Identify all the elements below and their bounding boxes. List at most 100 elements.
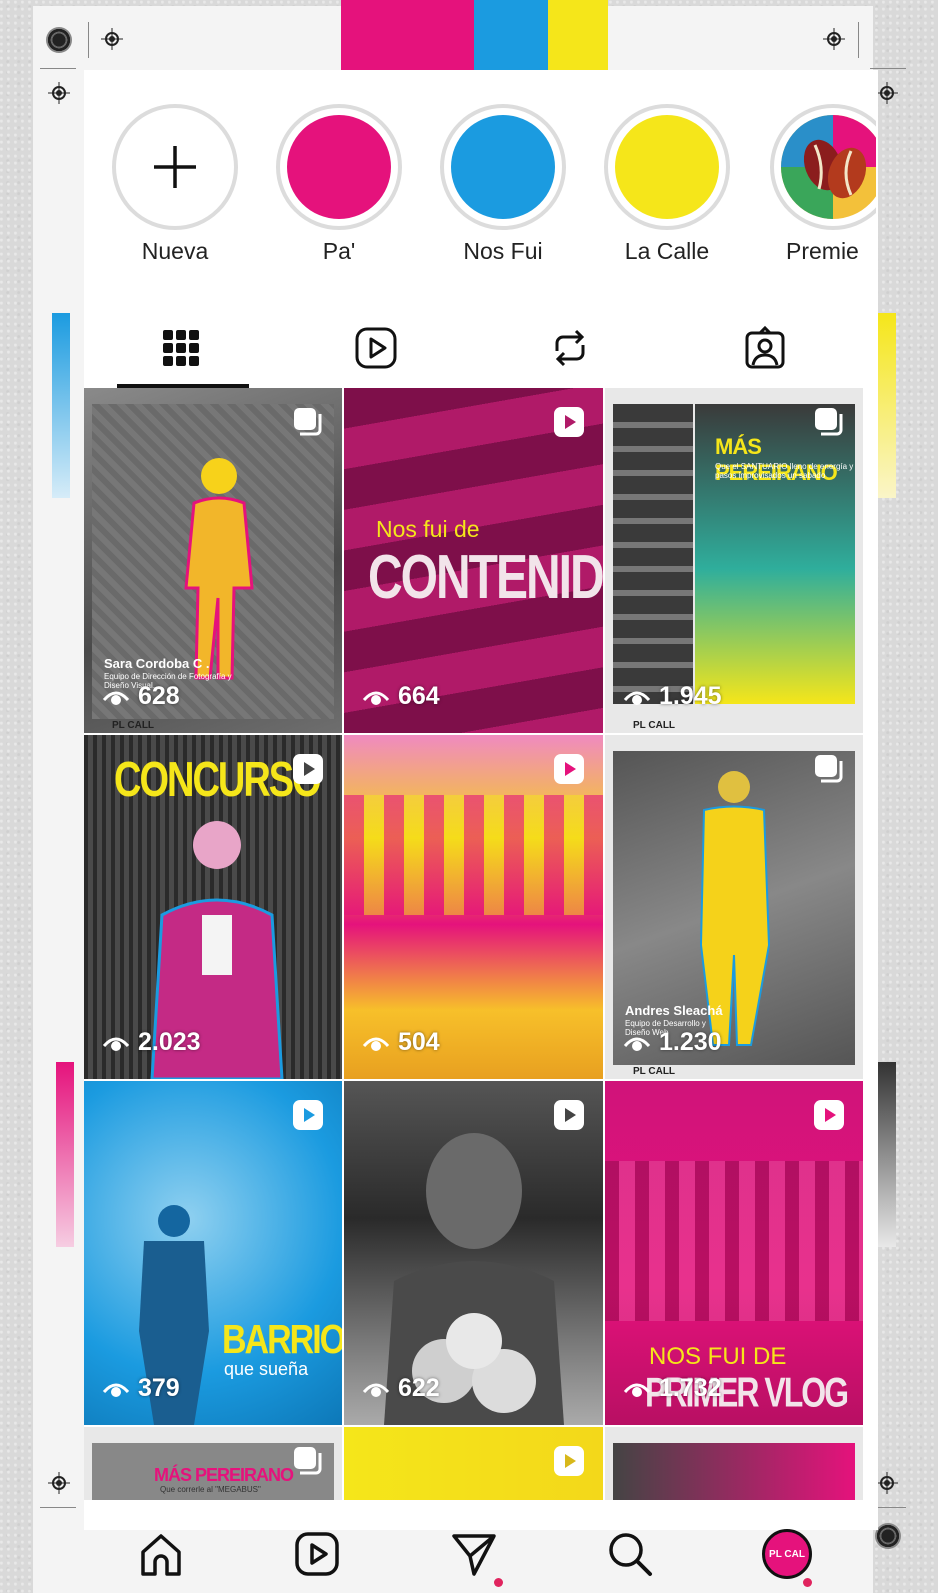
- nav-home[interactable]: [131, 1524, 191, 1584]
- post-thumbnail[interactable]: NOS FUI DE PRIMER VLOG 1.732: [605, 1081, 863, 1425]
- crop-line: [870, 68, 906, 69]
- registration-mark-icon: [48, 1472, 70, 1494]
- messages-icon: [452, 1534, 496, 1576]
- story-highlight-la-calle[interactable]: La Calle: [600, 104, 734, 265]
- story-ring: [276, 104, 402, 230]
- views-number: 1.230: [659, 1028, 722, 1056]
- view-count: 1.230: [623, 1028, 722, 1057]
- carousel-icon: [294, 1447, 322, 1475]
- post-thumbnail[interactable]: Sara Cordoba C . Equipo de Dirección de …: [84, 388, 342, 733]
- post-thumbnail[interactable]: BARRIO que sueña 379: [84, 1081, 342, 1425]
- crop-line: [40, 1507, 76, 1508]
- grid-icon: [163, 330, 199, 366]
- tagged-icon: [745, 325, 785, 369]
- post-thumbnail[interactable]: Nos fui de CONTENIDO 664: [344, 388, 603, 733]
- views-icon: [623, 1383, 651, 1397]
- avatar-text: PL CAL: [769, 1548, 805, 1560]
- story-clip: Premie: [766, 104, 876, 284]
- reel-icon: [293, 1100, 323, 1130]
- reel-icon: [293, 754, 323, 784]
- cyan-swatch: [474, 0, 548, 70]
- story-highlight-new[interactable]: Nueva: [108, 104, 242, 265]
- profile-avatar: PL CAL: [762, 1529, 812, 1579]
- reel-icon: [554, 407, 584, 437]
- brand-logo-text: PL CALL: [112, 720, 155, 731]
- corner-dot-icon: [875, 1523, 901, 1549]
- search-icon: [609, 1533, 652, 1576]
- view-count: 628: [102, 682, 180, 711]
- reel-icon: [554, 1446, 584, 1476]
- story-highlight-pa[interactable]: Pa': [272, 104, 406, 265]
- registration-mark-icon: [101, 28, 123, 50]
- crop-line: [40, 68, 76, 69]
- reposts-icon: [555, 329, 585, 367]
- carousel-icon: [815, 755, 843, 783]
- home-icon: [141, 1534, 181, 1576]
- post-small-title: Nos fui de: [376, 516, 480, 542]
- cyan-gradient-strip: [52, 313, 70, 498]
- post-thumbnail[interactable]: 622: [344, 1081, 603, 1425]
- reels-icon: [295, 1532, 339, 1576]
- post-subtitle: que sueña: [224, 1359, 309, 1379]
- views-number: 2.023: [138, 1028, 201, 1056]
- crop-line: [858, 22, 859, 58]
- tab-reposts[interactable]: [540, 318, 600, 378]
- nav-messages[interactable]: [444, 1524, 504, 1584]
- nav-search[interactable]: [600, 1524, 660, 1584]
- post-big-title: CONCURSO: [114, 753, 322, 808]
- post-thumbnail[interactable]: CONCURSO 2.023: [84, 735, 342, 1079]
- registration-mark-icon: [876, 1472, 898, 1494]
- view-count: 1.945: [623, 682, 722, 711]
- carousel-icon: [294, 408, 322, 436]
- views-number: 379: [138, 1374, 180, 1402]
- street-photo: [605, 1161, 863, 1321]
- view-count: 1.732: [623, 1374, 722, 1403]
- tab-reels[interactable]: [346, 318, 406, 378]
- post-subtitle: Que el SANTUARIO lleno de energía y paso…: [715, 462, 854, 480]
- person-figure-icon: [184, 458, 254, 680]
- story-highlight-premie[interactable]: Premie: [766, 104, 876, 265]
- registration-mark-icon: [876, 82, 898, 104]
- views-number: 622: [398, 1374, 440, 1402]
- post-thumbnail[interactable]: Andres Sleachá Equipo de Desarrollo y Di…: [605, 735, 863, 1079]
- views-icon: [362, 691, 390, 705]
- post-thumbnail[interactable]: [605, 1427, 863, 1500]
- post-thumbnail[interactable]: [344, 1427, 603, 1500]
- post-big-title: BARRIO: [222, 1317, 342, 1363]
- story-label: La Calle: [624, 238, 710, 264]
- nav-profile[interactable]: PL CAL: [757, 1524, 817, 1584]
- story-label: Pa': [322, 238, 356, 264]
- story-ring: [440, 104, 566, 230]
- notification-dot: [494, 1578, 503, 1587]
- post-thumbnail[interactable]: MÁS PEREIRANO Que correrle al "MEGABUS": [84, 1427, 342, 1500]
- post-thumbnail[interactable]: 504: [344, 735, 603, 1079]
- views-icon: [362, 1383, 390, 1397]
- views-number: 1.945: [659, 682, 722, 710]
- story-ring: [770, 104, 876, 230]
- post-big-title: MÁS PEREIRANO: [154, 1465, 294, 1485]
- street-photo: [344, 795, 603, 915]
- magenta-gradient-strip: [56, 1062, 74, 1247]
- post-big-title: CONTENIDO: [368, 543, 603, 613]
- views-number: 1.732: [659, 1374, 722, 1402]
- tab-grid[interactable]: [151, 318, 211, 378]
- tab-tagged[interactable]: [735, 318, 795, 378]
- coffee-beans-logo-icon: [781, 115, 876, 219]
- post-thumbnail[interactable]: MÁS PEREIRANO Que el SANTUARIO lleno de …: [605, 388, 863, 733]
- magenta-circle: [287, 115, 391, 219]
- post-caption-name: Sara Cordoba C .: [104, 656, 210, 671]
- view-count: 2.023: [102, 1028, 201, 1057]
- post-caption-name: Andres Sleachá: [625, 1003, 723, 1018]
- story-highlight-nos-fui[interactable]: Nos Fui: [436, 104, 570, 265]
- cyan-circle: [451, 115, 555, 219]
- brand-logo-text: PL CALL: [633, 1066, 676, 1077]
- views-icon: [623, 691, 651, 705]
- reel-icon: [814, 1100, 844, 1130]
- crop-line: [88, 22, 89, 58]
- views-icon: [362, 1037, 390, 1051]
- nav-reels[interactable]: [287, 1524, 347, 1584]
- corner-dot-icon: [46, 27, 72, 53]
- magenta-swatch: [341, 0, 474, 70]
- views-number: 504: [398, 1028, 440, 1056]
- story-label: Nueva: [141, 238, 209, 264]
